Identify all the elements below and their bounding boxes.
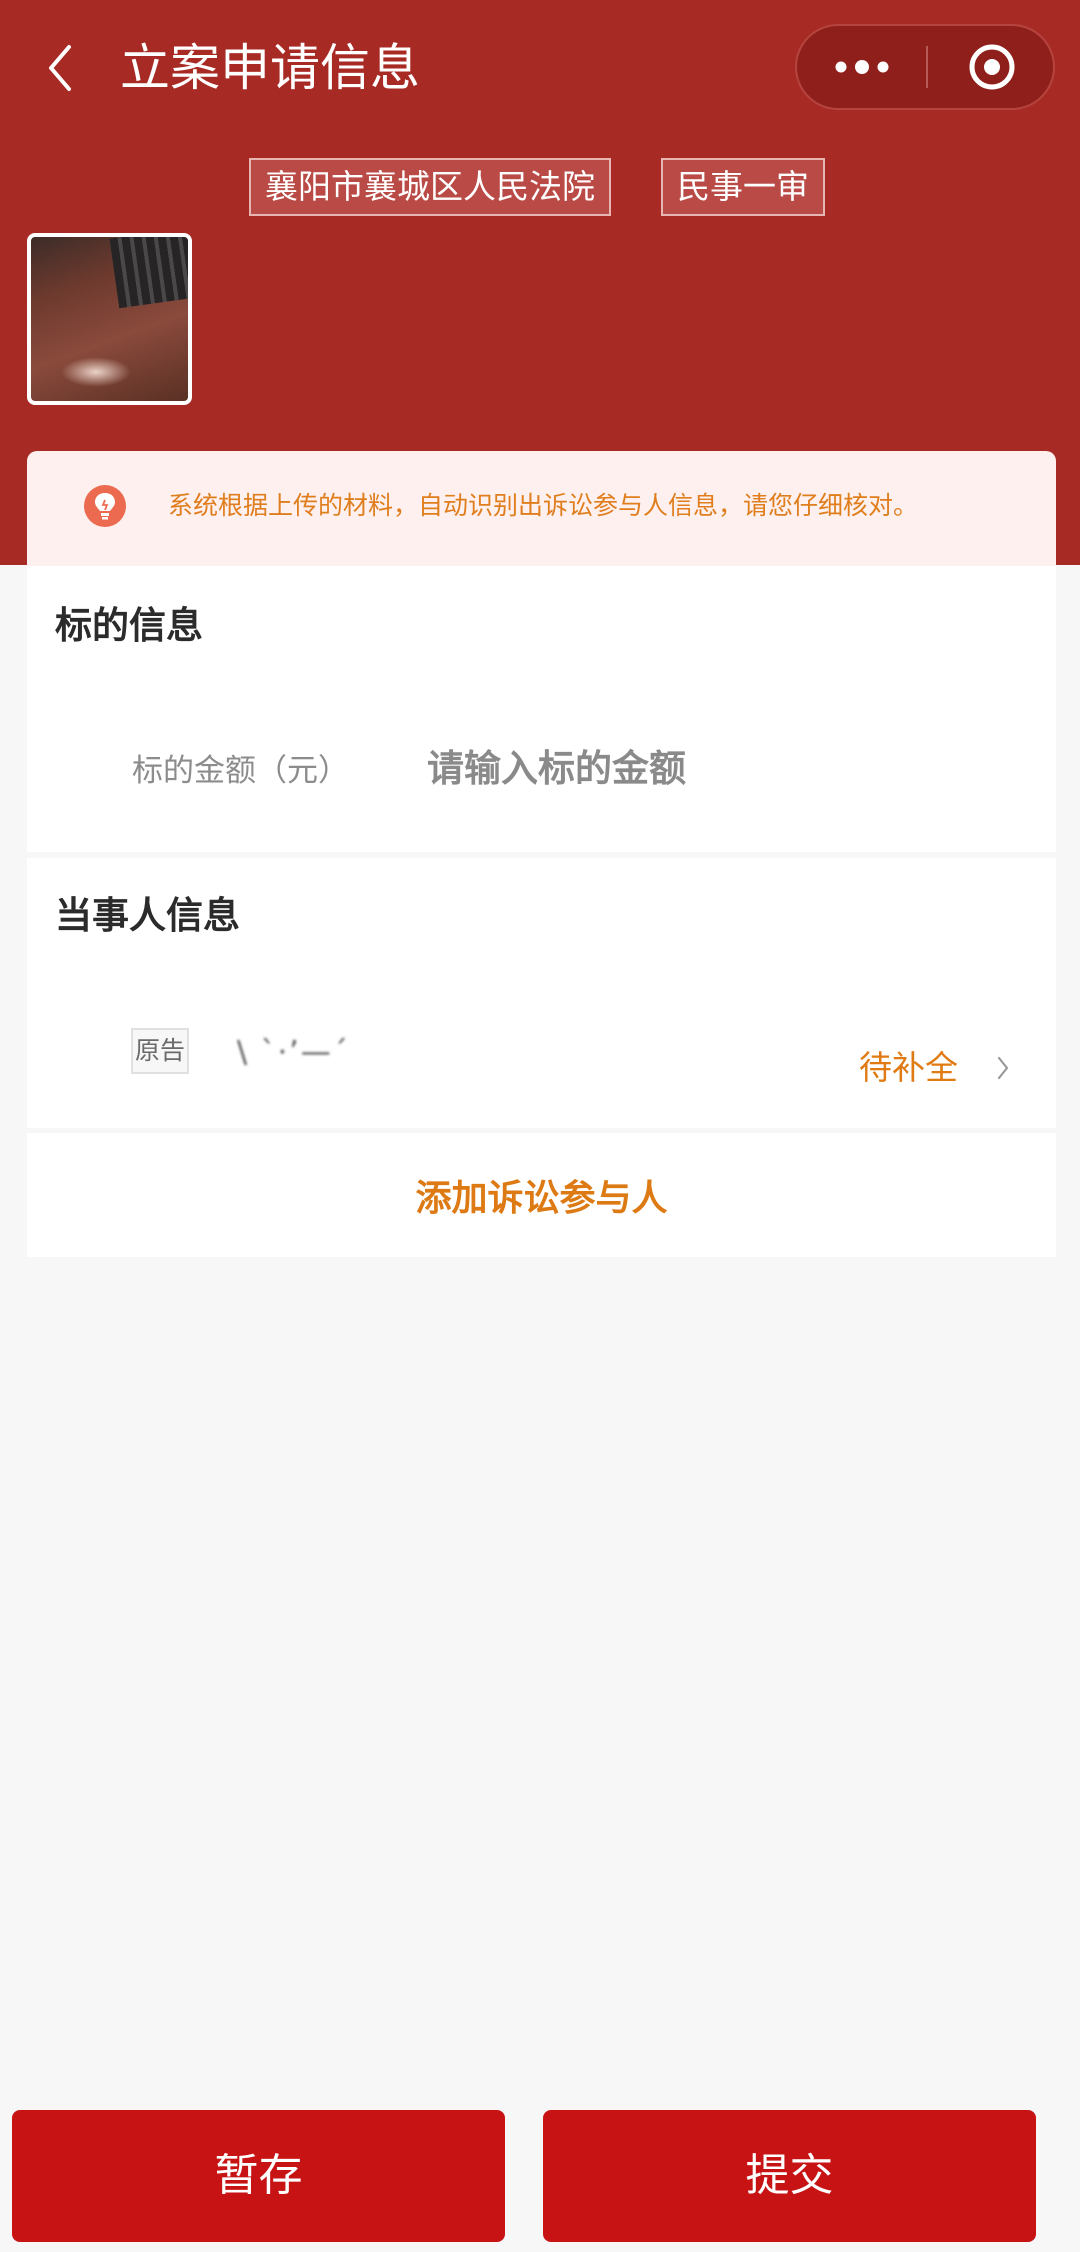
plaintiff-role-badge: 原告 <box>131 1028 189 1074</box>
party-status: 待补全 <box>859 1048 958 1087</box>
party-name: \ ˋ·ʼ—ˊ <box>237 1035 350 1070</box>
more-button[interactable] <box>797 26 927 108</box>
party-section-title: 当事人信息 <box>55 894 240 937</box>
chevron-right-icon <box>991 1050 1015 1086</box>
more-dots-icon <box>835 60 889 74</box>
add-participant-card: 添加诉讼参与人 <box>27 1133 1056 1257</box>
back-button[interactable] <box>38 40 82 96</box>
notice-text: 系统根据上传的材料，自动识别出诉讼参与人信息，请您仔细核对。 <box>168 491 919 520</box>
amount-label: 标的金额（元） <box>132 753 349 789</box>
chevron-left-icon <box>49 45 71 91</box>
lightbulb-icon <box>84 485 126 527</box>
case-type-tag: 民事一审 <box>661 158 825 216</box>
page-title: 立案申请信息 <box>120 39 420 97</box>
submit-button[interactable]: 提交 <box>543 2110 1036 2242</box>
subject-section-title: 标的信息 <box>55 604 203 647</box>
subject-info-card: 标的信息 标的金额（元） <box>27 566 1056 852</box>
thumbnail-glare <box>61 357 131 387</box>
party-info-card: 当事人信息 原告 \ ˋ·ʼ—ˊ 待补全 <box>27 858 1056 1128</box>
close-mini-program-button[interactable] <box>928 26 1055 108</box>
case-filing-page: 立案申请信息 襄阳市襄城区人民法院 民事一审 系统根据上传的材料，自动识别出诉讼… <box>0 0 1080 2252</box>
court-tag: 襄阳市襄城区人民法院 <box>249 158 611 216</box>
mini-program-capsule <box>795 24 1055 110</box>
thumbnail-keyboard-detail <box>109 237 188 309</box>
target-circle-icon <box>969 44 1014 90</box>
add-participant-button[interactable]: 添加诉讼参与人 <box>27 1133 1056 1257</box>
uploaded-material-thumbnail[interactable] <box>27 233 192 405</box>
save-draft-button[interactable]: 暂存 <box>12 2110 505 2242</box>
amount-input[interactable] <box>427 738 987 798</box>
